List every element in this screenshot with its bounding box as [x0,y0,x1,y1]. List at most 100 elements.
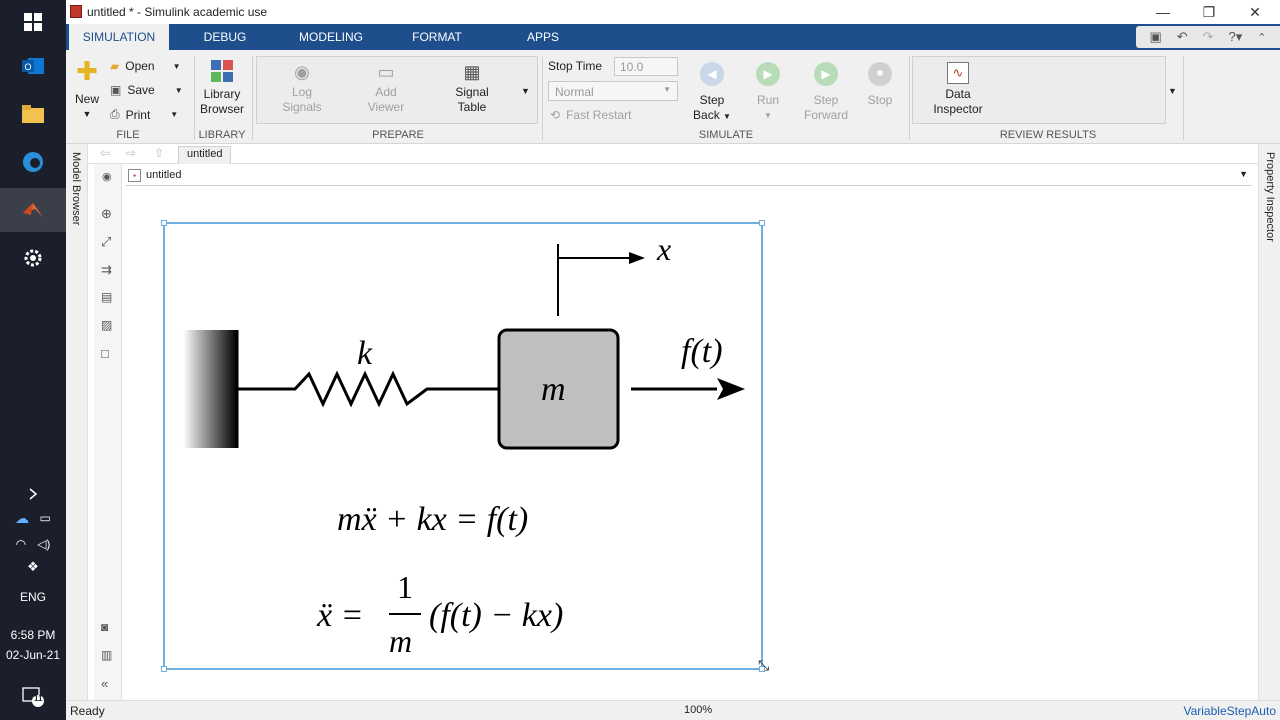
signal-table-button[interactable]: ▦ Signal Table [444,62,500,115]
data-inspector-button[interactable]: ∿ Data Inspector [926,62,990,117]
zoom-level[interactable]: 100% [684,704,712,716]
clock-time[interactable]: 6:58 PM [0,628,66,642]
restore-button[interactable]: ❐ [1186,0,1232,24]
fast-restart-label: Fast Restart [566,108,632,122]
undo-icon[interactable]: ↶ [1177,29,1188,45]
resize-handle-tr[interactable] [759,220,765,226]
zoom-icon[interactable]: ⊕ [101,206,112,222]
m-label: m [541,371,566,408]
hide-browser-icon[interactable]: ◉ [102,170,112,183]
windows-start-icon[interactable] [0,0,66,44]
screenshot-icon[interactable]: ◙ [101,620,108,634]
log-signals-button[interactable]: ◉ Log Signals [274,62,330,115]
disk-icon: ▣ [110,83,122,97]
collapse-left-icon[interactable]: « [101,676,108,691]
prepare-gallery-expand[interactable]: ▼ [521,86,530,96]
wall [183,330,237,448]
notification-icon[interactable]: 11 [0,676,66,716]
battery-icon[interactable]: ▭ [39,511,50,525]
minimize-button[interactable]: — [1140,0,1186,24]
model-tab[interactable]: untitled [178,146,232,164]
area-icon[interactable]: □ [101,346,109,361]
new-button[interactable]: ✚ New ▼ [70,58,104,122]
address-path[interactable]: untitled [146,169,181,181]
tab-format[interactable]: FORMAT [400,24,474,50]
help-icon[interactable]: ?▾ [1229,29,1243,45]
run-button[interactable]: ▶ Run ▼ [748,62,788,123]
redo-icon[interactable]: ↷ [1203,29,1214,45]
step-back-button[interactable]: ◀ Step Back ▼ [692,62,732,124]
log-label-2: Signals [282,100,322,114]
step-back-label-1: Step [699,93,725,107]
annotation-icon[interactable]: ▤ [101,290,112,304]
title-bar: untitled * - Simulink academic use — ❐ ✕ [66,0,1280,24]
outlook-icon[interactable]: O [0,44,66,88]
forward-arrow-icon[interactable]: ⇨ [126,146,136,160]
volume-icon[interactable]: ◁) [37,537,50,551]
signal-label-1: Signal [455,85,489,99]
x-label: x [656,231,671,267]
model-navigation-bar: ⇦ ⇨ ⇧ untitled [66,144,1280,164]
status-bar: Ready 100% VariableStepAuto [66,700,1280,720]
back-arrow-icon[interactable]: ⇦ [100,146,110,160]
separator [542,56,543,140]
tab-simulation[interactable]: SIMULATION [69,24,169,50]
log-label-1: Log [291,85,313,99]
folder-icon: ▰ [110,59,120,73]
image-icon[interactable]: ▨ [101,318,112,332]
model-browser-strip: Model Browser [66,144,88,700]
onedrive-icon[interactable]: ☁ [15,510,29,527]
signal-label-2: Table [457,100,487,114]
stop-time-label: Stop Time [548,59,603,73]
resize-handle-tl[interactable] [161,220,167,226]
svg-text:O: O [24,62,31,72]
settings-gear-icon[interactable] [0,236,66,280]
print-label: Print [125,107,151,122]
wifi-icon[interactable]: ◠ [16,537,26,551]
library-label-2: Browser [199,102,244,116]
address-dropdown-icon[interactable]: ▼ [1239,169,1248,179]
print-button[interactable]: ⎙ Print ▼ [110,107,178,122]
property-icon[interactable]: ▥ [101,648,112,662]
property-inspector-tab[interactable]: Property Inspector [1264,152,1276,242]
new-label: New [74,92,99,106]
stop-time-input[interactable]: 10.0 [614,57,678,76]
save-button[interactable]: ▣ Save ▼ [110,83,183,97]
save-icon[interactable]: ▣ [1149,29,1161,45]
canvas-toolbar: ◉ ⊕ ⤢ ⇉ ▤ ▨ □ ◙ ▥ « [94,164,122,700]
status-text: Ready [70,704,105,718]
windows-taskbar: O ☁ ▭ ◠ ◁) ❖ ENG 6:58 PM 02-Jun-21 11 [0,0,66,720]
signal-routing-icon[interactable]: ⇉ [101,262,112,278]
simulation-mode-select[interactable]: Normal ▼ [548,81,678,101]
open-button[interactable]: ▰ Open ▼ [110,59,181,73]
resize-handle-bl[interactable] [161,666,167,672]
simulink-window: untitled * - Simulink academic use — ❐ ✕… [66,0,1280,720]
file-explorer-icon[interactable] [0,92,66,136]
table-icon: ▦ [463,62,481,82]
ribbon-tab-bar: SIMULATION DEBUG MODELING FORMAT APPS ▣ … [66,24,1280,50]
dropbox-icon[interactable]: ❖ [0,552,66,582]
model-browser-tab[interactable]: Model Browser [70,152,82,225]
matlab-icon[interactable] [0,188,66,232]
solver-link[interactable]: VariableStepAuto [1183,704,1276,718]
stop-button[interactable]: ■ Stop [860,62,900,108]
up-level-icon[interactable]: ⇧ [154,146,164,160]
review-gallery-expand[interactable]: ▼ [1168,86,1177,96]
image-annotation[interactable]: x k m f(t) mẍ + kx = f(t) ẍ = 1 m (f(t) … [161,220,765,672]
edge-browser-icon[interactable] [0,140,66,184]
model-canvas[interactable]: x k m f(t) mẍ + kx = f(t) ẍ = 1 m (f(t) … [122,187,1258,700]
library-browser-button[interactable]: Library Browser [198,60,246,117]
step-forward-button[interactable]: ▶ Step Forward [802,62,850,123]
clock-date[interactable]: 02-Jun-21 [0,648,66,662]
data-inspector-label-1: Data [945,87,971,101]
tab-modeling[interactable]: MODELING [288,24,374,50]
collapse-ribbon-icon[interactable]: ⌃ [1257,31,1266,44]
language-indicator[interactable]: ENG [0,590,66,604]
fit-to-view-icon[interactable]: ⤢ [101,234,111,250]
tab-apps[interactable]: APPS [508,24,578,50]
tab-debug[interactable]: DEBUG [186,24,264,50]
add-viewer-button[interactable]: ▭ Add Viewer [358,62,414,115]
library-label-1: Library [203,87,241,101]
fast-restart-button[interactable]: ⟲ Fast Restart [550,108,631,122]
close-button[interactable]: ✕ [1232,0,1278,24]
